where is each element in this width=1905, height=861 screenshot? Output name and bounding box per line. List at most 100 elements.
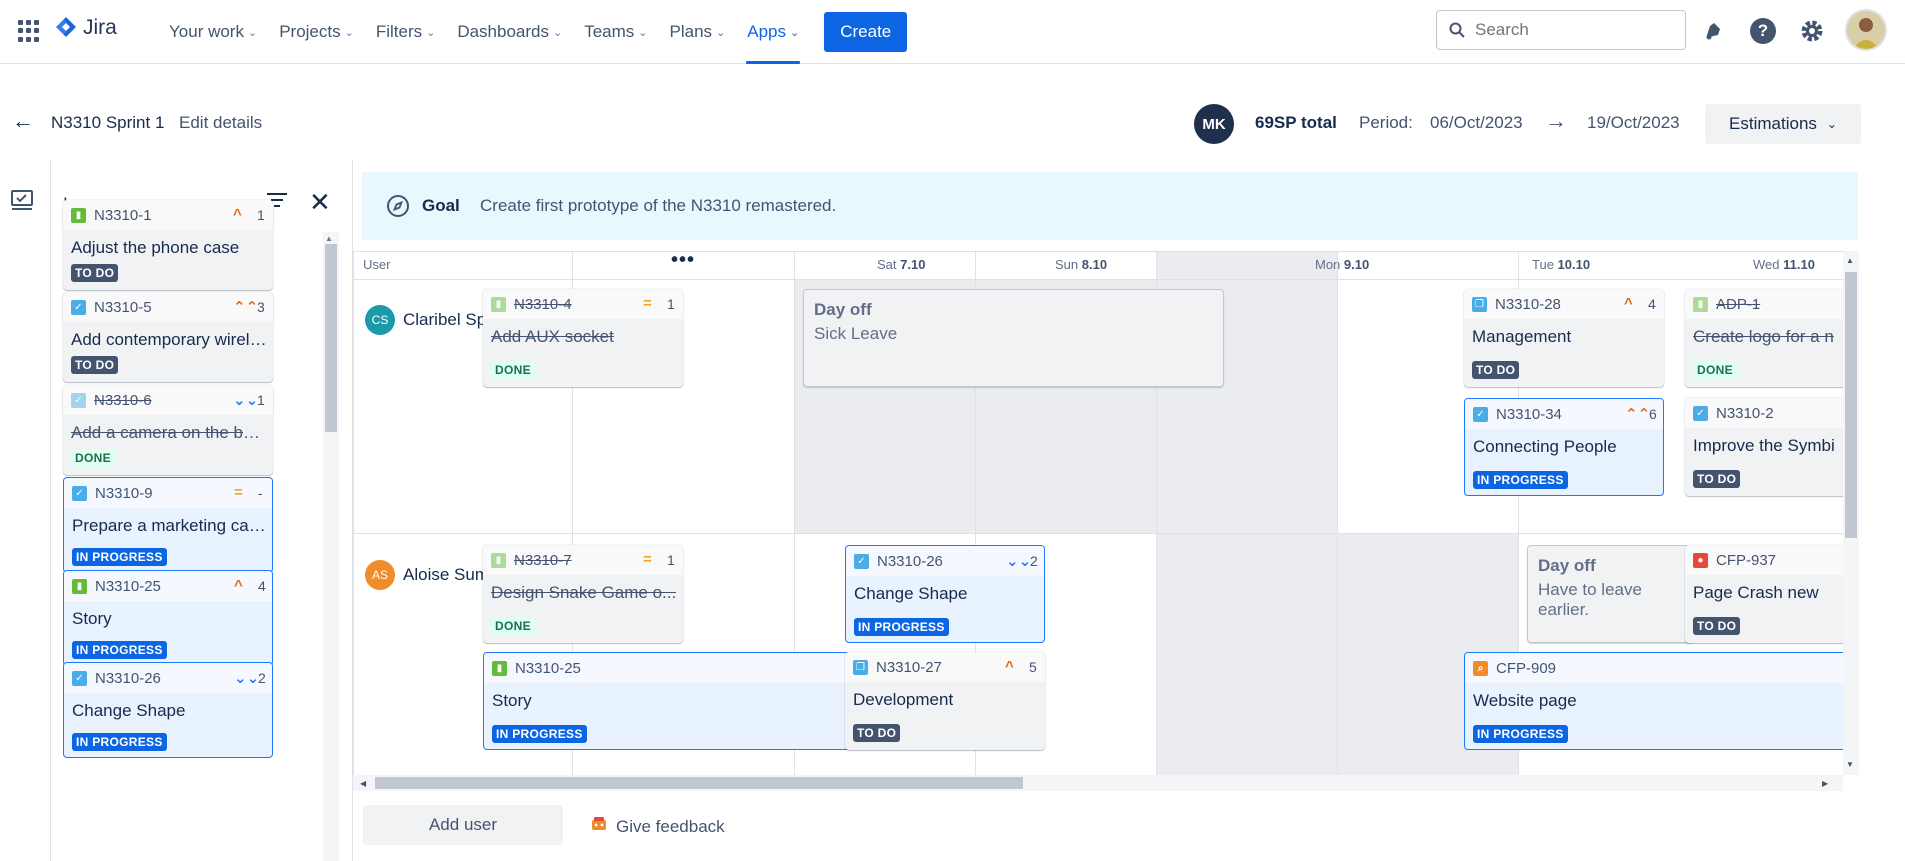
issue-key[interactable]: N3310-7 xyxy=(514,552,572,569)
issue-card[interactable]: ❐ N3310-28 ^ 4 Management TO DO xyxy=(1464,289,1664,387)
issue-card[interactable]: ⌕ CFP-909 Website page IN PROGRESS xyxy=(1464,652,1843,750)
issue-key[interactable]: N3310-27 xyxy=(876,659,942,676)
search-input[interactable] xyxy=(1475,20,1665,40)
notifications-icon[interactable] xyxy=(1699,16,1729,46)
day-name: Wed xyxy=(1753,257,1780,272)
period-end-date: 19/Oct/2023 xyxy=(1587,113,1680,132)
day-off-block[interactable]: Day off Sick Leave xyxy=(803,289,1224,387)
backlog-icon[interactable] xyxy=(10,188,34,217)
issue-title: Story xyxy=(72,609,112,628)
nav-label: Teams xyxy=(584,22,635,41)
issue-key[interactable]: N3310-25 xyxy=(515,660,581,677)
add-user-button[interactable]: Add user xyxy=(363,805,563,845)
issue-key[interactable]: N3310-6 xyxy=(94,392,152,409)
issue-card[interactable]: ▮N3310-25^4StoryIN PROGRESS xyxy=(483,652,903,750)
grid-line xyxy=(353,251,1843,252)
edit-details-link[interactable]: Edit details xyxy=(179,113,262,133)
nav-filters[interactable]: Filters ⌄ xyxy=(365,0,447,64)
estimations-dropdown[interactable]: Estimations ⌄ xyxy=(1705,104,1861,144)
issue-card[interactable]: ▮ N3310-1 ^ 1 Adjust the phone case TO DO xyxy=(63,200,273,290)
card-header xyxy=(845,652,1045,682)
app-switcher-icon[interactable] xyxy=(18,20,40,42)
issue-card[interactable]: ✓ N3310-9 =- Prepare a marketing campaign IN… xyxy=(63,477,273,573)
scroll-up-arrow-icon[interactable]: ▲ xyxy=(325,234,333,243)
period-start-date: 06/Oct/2023 xyxy=(1430,113,1523,132)
megaphone-icon xyxy=(590,815,608,838)
chevron-down-icon: ⌄ xyxy=(638,26,648,39)
issues-scrollbar-thumb[interactable] xyxy=(325,244,337,432)
scroll-left-arrow-icon[interactable]: ◀ xyxy=(360,779,366,788)
issue-card[interactable]: ❐ N3310-27 ^ 5 Development TO DO xyxy=(845,652,1045,750)
priority-icon: ^ xyxy=(233,206,242,223)
issue-title: Story xyxy=(492,691,532,710)
arrow-right-icon: → xyxy=(1545,108,1567,133)
scroll-right-arrow-icon[interactable]: ▶ xyxy=(1822,779,1828,788)
issue-key[interactable]: N3310-9 xyxy=(95,485,153,502)
story-points: 2 xyxy=(258,670,266,686)
issue-key[interactable]: N3310-4 xyxy=(514,296,572,313)
nav-plans[interactable]: Plans ⌄ xyxy=(659,0,737,64)
issue-card[interactable]: ▮ N3310-7 = 1 Design Snake Game o... DONE xyxy=(483,545,683,643)
issue-card[interactable]: ▮ ADP-1 Create logo for a n DONE xyxy=(1685,289,1843,387)
story-type-icon: ▮ xyxy=(72,579,87,594)
day-off-block[interactable]: Day off Have to leave earlier. xyxy=(1527,545,1694,643)
issue-card[interactable]: ✓ N3310-2 Improve the Symbi TO DO xyxy=(1685,398,1843,496)
close-icon[interactable]: ✕ xyxy=(309,189,331,215)
nav-apps[interactable]: Apps ⌄ xyxy=(736,0,810,64)
jira-logo-icon xyxy=(56,17,76,37)
issue-key[interactable]: N3310-34 xyxy=(1496,406,1562,423)
issue-key[interactable]: ADP-1 xyxy=(1716,296,1760,313)
jira-logo[interactable]: Jira xyxy=(55,16,117,40)
card-header xyxy=(1464,289,1664,319)
scroll-up-arrow-icon[interactable]: ▲ xyxy=(1846,256,1854,265)
nav-projects[interactable]: Projects ⌄ xyxy=(268,0,365,64)
issue-title: Adjust the phone case xyxy=(71,238,240,257)
priority-icon: = xyxy=(234,484,243,501)
give-feedback-button[interactable]: Give feedback xyxy=(590,815,725,838)
issue-title: Add a camera on the back xyxy=(71,423,267,442)
horizontal-scrollbar-thumb[interactable] xyxy=(375,777,1023,789)
issue-key[interactable]: CFP-937 xyxy=(1716,552,1776,569)
status-badge: IN PROGRESS xyxy=(492,725,587,743)
scroll-down-arrow-icon[interactable]: ▼ xyxy=(1846,760,1854,769)
help-icon[interactable]: ? xyxy=(1748,16,1778,46)
issue-card[interactable]: ✓ N3310-34 ⌃⌃ 6 Connecting People IN PROGRESS xyxy=(1464,398,1664,496)
issue-card[interactable]: ✓ N3310-26 ⌄⌄ 2 Change Shape IN PROGRESS xyxy=(845,545,1045,643)
issue-key[interactable]: N3310-28 xyxy=(1495,296,1561,313)
issue-key[interactable]: N3310-2 xyxy=(1716,405,1774,422)
issue-card[interactable]: ✓ N3310-6 ⌄⌄ 1 Add a camera on the back DONE xyxy=(63,385,273,475)
issue-key[interactable]: CFP-909 xyxy=(1496,660,1556,677)
more-options-icon[interactable]: ••• xyxy=(671,251,695,272)
owner-avatar[interactable]: MK xyxy=(1194,104,1234,144)
priority-icon: ⌄⌄ xyxy=(1006,553,1032,570)
search-box[interactable] xyxy=(1436,10,1686,50)
day-off-title: Day off xyxy=(1538,556,1596,575)
issue-key[interactable]: N3310-5 xyxy=(94,299,152,316)
card-header xyxy=(1685,289,1843,319)
chevron-down-icon: ⌄ xyxy=(1826,117,1837,131)
nav-your-work[interactable]: Your work ⌄ xyxy=(158,0,268,64)
issue-card[interactable]: ✓ N3310-26 ⌄⌄ 2 Change Shape IN PROGRESS xyxy=(63,662,273,758)
issue-key[interactable]: N3310-26 xyxy=(95,670,161,687)
back-arrow-icon[interactable]: ← xyxy=(12,108,34,134)
day-name: Tue xyxy=(1532,257,1554,272)
issue-card[interactable]: ● CFP-937 Page Crash new TO DO xyxy=(1685,545,1843,643)
sprint-goal: Goal Create first prototype of the N3310… xyxy=(362,172,1858,240)
user-avatar[interactable] xyxy=(1845,9,1887,51)
issue-key[interactable]: N3310-25 xyxy=(95,578,161,595)
issue-card[interactable]: ▮ N3310-4 = 1 Add AUX socket DONE xyxy=(483,289,683,387)
issue-card[interactable]: ▮N3310-25^4StoryIN PROGRESS xyxy=(63,570,273,666)
status-badge: DONE xyxy=(491,361,535,379)
nav-teams[interactable]: Teams ⌄ xyxy=(573,0,658,64)
gear-icon[interactable] xyxy=(1797,16,1827,46)
issue-key[interactable]: N3310-26 xyxy=(877,553,943,570)
nav-dashboards[interactable]: Dashboards ⌄ xyxy=(446,0,573,64)
sprint-name: N3310 Sprint 1 xyxy=(51,113,165,132)
status-badge: TO DO xyxy=(1693,617,1741,635)
issue-key[interactable]: N3310-1 xyxy=(94,207,152,224)
issue-card[interactable]: ✓ N3310-5 ⌃⌃3 Add contemporary wireless t..… xyxy=(63,292,273,382)
header-mon-bg xyxy=(1156,251,1337,279)
vertical-scrollbar-thumb[interactable] xyxy=(1845,272,1857,538)
create-button[interactable]: Create xyxy=(824,12,908,52)
issue-title: Design Snake Game o... xyxy=(491,583,677,602)
